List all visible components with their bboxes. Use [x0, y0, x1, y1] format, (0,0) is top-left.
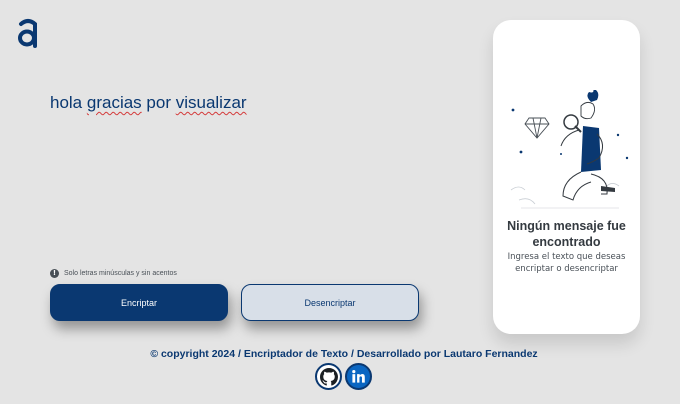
- spell-error: visualizar: [175, 93, 247, 112]
- spell-error: gracias: [86, 93, 142, 112]
- input-hint: ! Solo letras minúsculas y sin acentos: [50, 269, 177, 278]
- hint-text: Solo letras minúsculas y sin acentos: [64, 270, 177, 277]
- empty-state-message: Ingresa el texto que deseas encriptar o …: [507, 252, 626, 274]
- exclamation-icon: !: [50, 269, 59, 278]
- text-input[interactable]: hola gracias por visualizar: [50, 92, 460, 242]
- output-panel: Ningún mensaje fue encontrado Ingresa el…: [493, 20, 640, 334]
- github-link[interactable]: [315, 363, 342, 390]
- alura-logo-icon: [18, 19, 37, 48]
- linkedin-icon: [352, 370, 365, 383]
- encrypt-button[interactable]: Encriptar: [50, 284, 228, 321]
- github-icon: [319, 367, 338, 386]
- footer-copyright: © copyright 2024 / Encriptador de Texto …: [150, 348, 538, 360]
- decrypt-button[interactable]: Desencriptar: [241, 284, 419, 321]
- linkedin-link[interactable]: [345, 363, 372, 390]
- empty-state-title: Ningún mensaje fue encontrado: [507, 219, 626, 249]
- search-person-illustration-icon: [510, 90, 629, 209]
- social-links: [315, 363, 372, 390]
